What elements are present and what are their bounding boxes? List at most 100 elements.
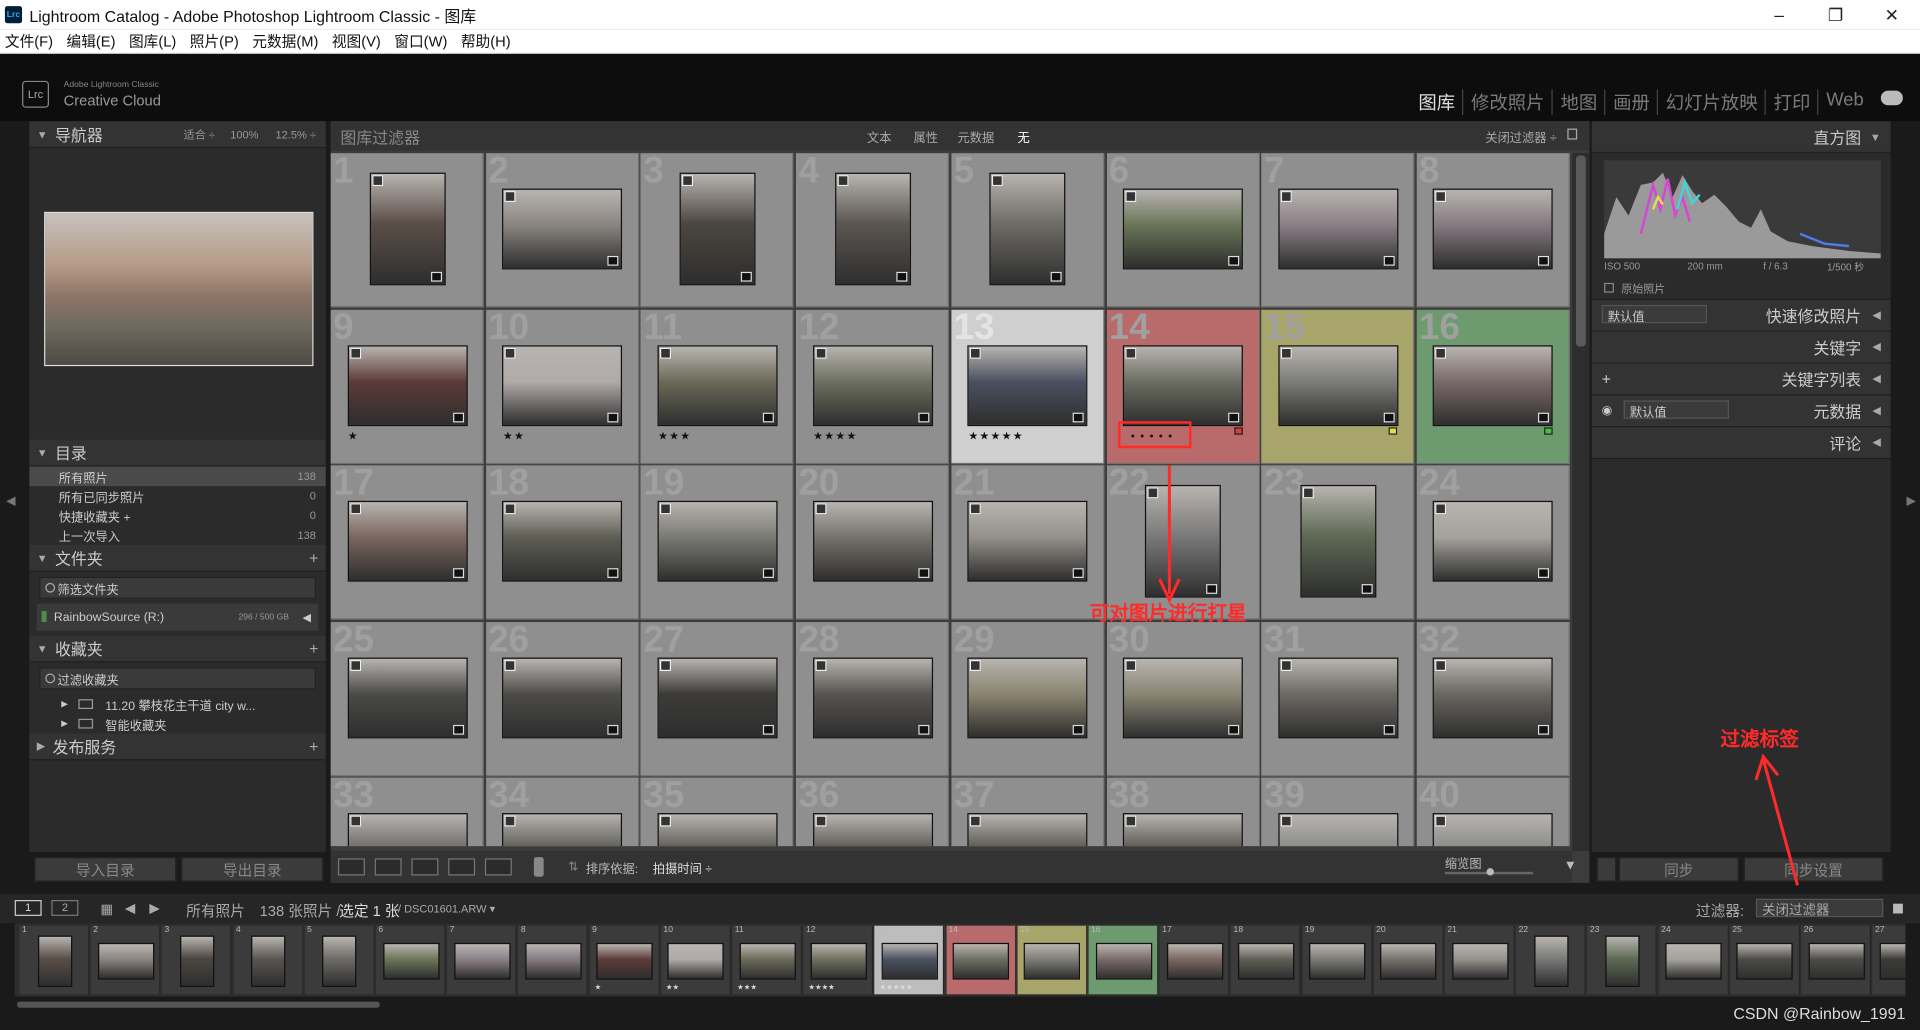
photo-thumbnail[interactable] xyxy=(1122,813,1243,847)
metadata-badge-icon[interactable] xyxy=(1538,255,1550,266)
filmstrip-cell[interactable]: 2 xyxy=(90,925,161,995)
filmstrip-cell[interactable]: 27 xyxy=(1872,925,1906,995)
star-rating[interactable]: ★★★★ xyxy=(813,429,857,442)
sort-select[interactable]: 拍摄时间 ÷ xyxy=(653,858,712,876)
filmstrip-thumbnail[interactable] xyxy=(596,942,653,980)
photo-thumbnail[interactable] xyxy=(1122,656,1243,738)
menu-window[interactable]: 窗口(W) xyxy=(394,31,447,52)
metadata-badge-icon[interactable] xyxy=(1228,724,1240,735)
photo-thumbnail[interactable] xyxy=(657,344,778,426)
color-label-chip[interactable] xyxy=(1233,426,1243,435)
publish-header[interactable]: ▶ 发布服务 + xyxy=(29,733,326,761)
grid-cell[interactable]: 31 xyxy=(1261,619,1415,776)
filmstrip-thumbnail[interactable] xyxy=(1807,942,1865,980)
grid-cell[interactable]: 15 xyxy=(1261,307,1415,464)
add-collection-icon[interactable]: + xyxy=(309,639,318,657)
survey-view-icon[interactable] xyxy=(448,858,476,876)
filmstrip-thumbnail[interactable] xyxy=(97,942,154,980)
photo-thumbnail[interactable] xyxy=(369,172,446,286)
restore-button[interactable]: ❐ xyxy=(1807,0,1863,29)
folders-header[interactable]: ▼ 文件夹 + xyxy=(29,544,326,572)
edit-badge-icon[interactable] xyxy=(681,175,693,187)
grid-cell[interactable]: 6 xyxy=(1106,153,1260,308)
metadata-badge-icon[interactable] xyxy=(607,724,619,735)
photo-thumbnail[interactable] xyxy=(347,813,468,847)
metadata-badge-icon[interactable] xyxy=(1228,412,1240,422)
zoom-100[interactable]: 100% xyxy=(230,128,258,140)
histogram-header[interactable]: 直方图 ▼ xyxy=(1591,121,1891,154)
edit-badge-icon[interactable] xyxy=(1125,347,1137,359)
photo-thumbnail[interactable] xyxy=(502,813,623,847)
metadata-badge-icon[interactable] xyxy=(1073,412,1085,422)
metadata-header[interactable]: ◉ 默认值 元数据 ◀ xyxy=(1591,395,1891,428)
grid-cell[interactable]: 38 xyxy=(1106,775,1260,847)
edit-badge-icon[interactable] xyxy=(837,175,849,187)
filmstrip-thumbnail[interactable] xyxy=(738,942,796,980)
filmstrip-cell[interactable]: 13 ★★★★★ xyxy=(874,925,945,995)
edit-badge-icon[interactable] xyxy=(1435,347,1447,359)
edit-badge-icon[interactable] xyxy=(349,659,361,671)
color-label-chip[interactable] xyxy=(1388,426,1398,435)
filmstrip-thumbnail[interactable] xyxy=(1451,942,1508,980)
module-book[interactable]: 画册 xyxy=(1604,89,1658,116)
metadata-badge-icon[interactable] xyxy=(1383,412,1395,422)
filmstrip-cell[interactable]: 9 ★ xyxy=(589,925,660,995)
sync-toggle[interactable] xyxy=(1596,857,1617,882)
collection-item[interactable]: ▶ 11.20 攀枝花主干道 city w... xyxy=(29,694,325,714)
metadata-preset-select[interactable]: 默认值 xyxy=(1623,400,1729,420)
filter-preset-select[interactable]: 关闭过滤器 ÷ xyxy=(1485,127,1556,145)
grid-cell[interactable]: 32 xyxy=(1416,619,1570,776)
grid-cell[interactable]: 19 xyxy=(640,463,794,620)
module-slideshow[interactable]: 幻灯片放映 xyxy=(1657,89,1765,116)
grid-cell[interactable]: 10 ★★ xyxy=(485,307,639,464)
grid-view-icon[interactable] xyxy=(337,858,365,876)
filmstrip-cell[interactable]: 6 xyxy=(375,925,446,995)
grid-scrollbar[interactable] xyxy=(1572,153,1590,852)
edit-badge-icon[interactable] xyxy=(992,175,1004,187)
filter-tab-metadata[interactable]: 元数据 xyxy=(958,127,995,145)
metadata-badge-icon[interactable] xyxy=(1206,584,1218,594)
filmstrip-cell[interactable]: 20 xyxy=(1373,925,1444,995)
filmstrip-thumbnail[interactable] xyxy=(1309,942,1366,980)
catalog-item-previous-import[interactable]: 上一次导入 138 xyxy=(29,525,325,545)
filmstrip-thumbnail[interactable] xyxy=(37,935,72,987)
photo-thumbnail[interactable] xyxy=(1433,344,1554,426)
grid-cell[interactable]: 7 xyxy=(1261,153,1415,308)
navigator-header[interactable]: ▼ 导航器 适合 ÷ 100% 12.5% ÷ xyxy=(29,121,326,149)
source-label[interactable]: 所有照片 xyxy=(186,900,245,921)
edit-badge-icon[interactable] xyxy=(504,659,516,671)
metadata-badge-icon[interactable] xyxy=(607,255,619,266)
edit-badge-icon[interactable] xyxy=(970,659,982,671)
grid-cell[interactable]: 37 xyxy=(951,775,1105,847)
metadata-badge-icon[interactable] xyxy=(762,412,774,422)
grid-cell[interactable]: 26 xyxy=(485,619,639,776)
metadata-badge-icon[interactable] xyxy=(917,412,929,422)
minimize-button[interactable]: – xyxy=(1751,0,1807,29)
filmstrip-cell[interactable]: 7 xyxy=(447,925,517,995)
comments-header[interactable]: 评论 ◀ xyxy=(1591,427,1891,460)
filmstrip-cell[interactable]: 11 ★★★ xyxy=(732,925,803,995)
grid-cell[interactable]: 3 xyxy=(640,153,794,308)
add-keyword-icon[interactable]: + xyxy=(1602,370,1611,388)
filmstrip-thumbnail[interactable] xyxy=(1380,942,1437,980)
edit-badge-icon[interactable] xyxy=(504,191,516,203)
metadata-badge-icon[interactable] xyxy=(452,412,464,422)
edit-badge-icon[interactable] xyxy=(349,815,361,827)
edit-badge-icon[interactable] xyxy=(1302,487,1314,499)
grid-cell[interactable]: 12 ★★★★ xyxy=(796,307,950,464)
lock-icon[interactable] xyxy=(1567,128,1578,140)
filmstrip-cell[interactable]: 15 xyxy=(1017,925,1088,995)
photo-thumbnail[interactable] xyxy=(1433,813,1554,847)
metadata-badge-icon[interactable] xyxy=(452,568,464,578)
filmstrip-cell[interactable]: 8 xyxy=(518,925,589,995)
filmstrip-thumbnail[interactable] xyxy=(1095,942,1152,980)
menu-help[interactable]: 帮助(H) xyxy=(461,31,511,52)
photo-thumbnail[interactable] xyxy=(657,656,778,738)
filmstrip-cell[interactable]: 17 xyxy=(1159,925,1230,995)
file-name[interactable]: / DSC01601.ARW ▾ xyxy=(398,902,495,915)
photo-thumbnail[interactable] xyxy=(1277,813,1398,847)
metadata-badge-icon[interactable] xyxy=(762,568,774,578)
filmstrip-thumbnail[interactable] xyxy=(322,935,357,987)
grid-cell[interactable]: 40 xyxy=(1416,775,1570,847)
menu-file[interactable]: 文件(F) xyxy=(5,31,53,52)
